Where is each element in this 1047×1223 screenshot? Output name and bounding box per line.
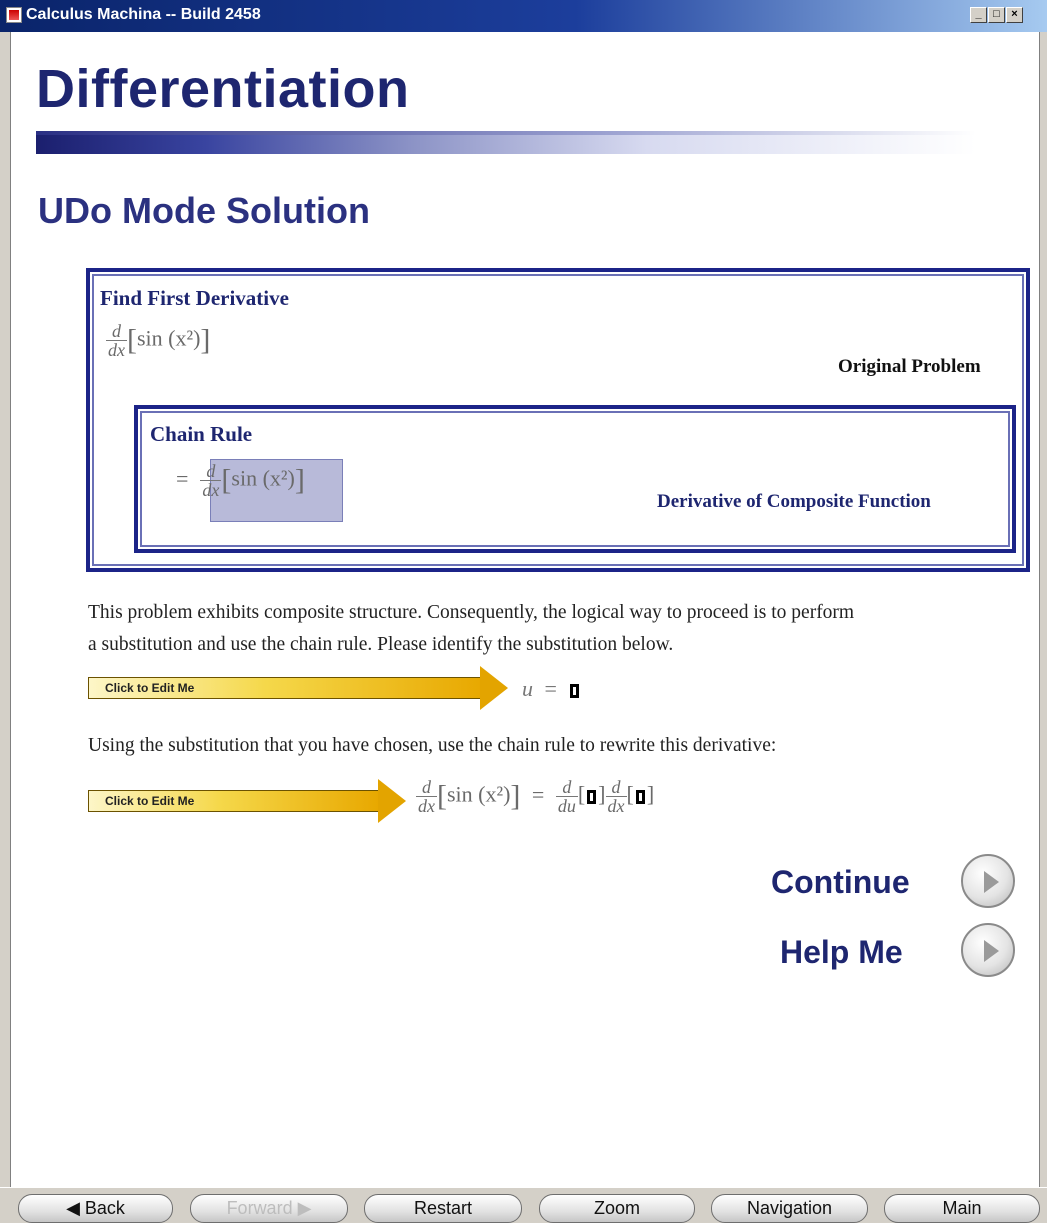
edit-arrow-shaft: Click to Edit Me <box>88 677 483 699</box>
help-play-icon[interactable] <box>961 923 1015 977</box>
composite-function-label: Derivative of Composite Function <box>657 491 931 512</box>
page-title: Differentiation <box>36 59 410 119</box>
main-button[interactable]: Main <box>884 1194 1040 1223</box>
navigation-button[interactable]: Navigation <box>711 1194 868 1223</box>
help-me-label[interactable]: Help Me <box>780 934 903 971</box>
bottom-nav-bar: ◀ Back Forward ▶ Restart Zoom Navigation… <box>0 1187 1047 1223</box>
app-icon <box>6 7 22 23</box>
arrow-head-icon <box>480 666 508 710</box>
placeholder-box[interactable] <box>587 789 597 804</box>
d-dx-fraction: d dx <box>200 461 222 500</box>
original-problem-label: Original Problem <box>838 356 981 377</box>
close-button[interactable]: × <box>1006 7 1023 23</box>
substitution-expression: u = <box>522 676 581 702</box>
window-frame-left <box>0 32 11 1187</box>
original-expression: d dx [sin (x²)] <box>106 321 211 360</box>
placeholder-box[interactable] <box>635 789 645 804</box>
window-title: Calculus Machina -- Build 2458 <box>26 6 261 23</box>
edit-arrow-shaft: Click to Edit Me <box>88 790 380 812</box>
d-dx-fraction: d dx <box>106 321 127 360</box>
maximize-button[interactable]: □ <box>988 7 1005 23</box>
minimize-button[interactable]: _ <box>970 7 987 23</box>
chain-rule-rewrite-expression: d dx [sin (x²)] = d du [] d dx [] <box>416 777 655 816</box>
back-button[interactable]: ◀ Back <box>18 1194 173 1223</box>
zoom-button[interactable]: Zoom <box>539 1194 695 1223</box>
chain-rule-expression: = d dx [sin (x²)] <box>176 461 305 500</box>
title-underline-bar <box>36 131 976 154</box>
window-frame-right <box>1039 32 1047 1187</box>
continue-play-icon[interactable] <box>961 854 1015 908</box>
click-to-edit-chain-rule[interactable]: Click to Edit Me <box>88 779 406 823</box>
placeholder-box[interactable] <box>570 683 580 698</box>
continue-label[interactable]: Continue <box>771 864 910 901</box>
instruction-paragraph-2: Using the substitution that you have cho… <box>88 735 777 756</box>
forward-button[interactable]: Forward ▶ <box>190 1194 348 1223</box>
section-title: UDo Mode Solution <box>38 190 370 231</box>
restart-button[interactable]: Restart <box>364 1194 522 1223</box>
click-to-edit-substitution[interactable]: Click to Edit Me <box>88 666 508 710</box>
arrow-head-icon <box>378 779 406 823</box>
instruction-paragraph-1: This problem exhibits composite structur… <box>88 602 855 655</box>
find-derivative-title: Find First Derivative <box>100 286 289 310</box>
title-bar: Calculus Machina -- Build 2458 _ □ × <box>0 0 1047 32</box>
chain-rule-title: Chain Rule <box>150 422 253 446</box>
